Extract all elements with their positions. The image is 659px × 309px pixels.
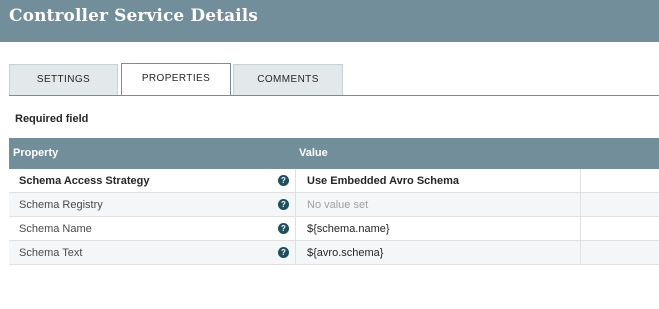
dialog-header: Controller Service Details	[0, 0, 659, 42]
required-field-label: Required field	[15, 113, 89, 125]
table-row[interactable]: Schema Registry ? No value set	[9, 193, 659, 217]
table-row[interactable]: Schema Name ? ${schema.name}	[9, 217, 659, 241]
property-value[interactable]: ${schema.name}	[307, 223, 390, 235]
tab-settings[interactable]: SETTINGS	[9, 64, 118, 95]
help-icon[interactable]: ?	[278, 175, 289, 186]
property-name: Schema Registry	[19, 199, 103, 211]
properties-table: Property Value Schema Access Strategy ? …	[9, 138, 659, 265]
column-divider	[580, 217, 581, 240]
column-divider	[295, 217, 296, 240]
tab-properties[interactable]: PROPERTIES	[121, 63, 231, 96]
table-row[interactable]: Schema Text ? ${avro.schema}	[9, 241, 659, 265]
tab-comments[interactable]: COMMENTS	[233, 64, 343, 95]
property-name: Schema Name	[19, 223, 92, 235]
property-value[interactable]: Use Embedded Avro Schema	[307, 175, 459, 187]
column-divider	[580, 193, 581, 216]
dialog-title: Controller Service Details	[9, 6, 258, 26]
column-header-property[interactable]: Property	[13, 147, 58, 159]
table-header: Property Value	[9, 138, 659, 169]
help-icon[interactable]: ?	[278, 199, 289, 210]
column-divider	[295, 169, 296, 192]
column-divider	[580, 241, 581, 264]
column-divider	[295, 193, 296, 216]
table-row[interactable]: Schema Access Strategy ? Use Embedded Av…	[9, 169, 659, 193]
property-name: Schema Text	[19, 247, 83, 259]
column-divider	[580, 169, 581, 192]
help-icon[interactable]: ?	[278, 247, 289, 258]
column-header-value[interactable]: Value	[299, 147, 328, 159]
property-value[interactable]: No value set	[307, 199, 368, 211]
column-divider	[295, 241, 296, 264]
help-icon[interactable]: ?	[278, 223, 289, 234]
tabs-divider	[9, 95, 659, 96]
property-name: Schema Access Strategy	[19, 175, 150, 187]
property-value[interactable]: ${avro.schema}	[307, 247, 383, 259]
